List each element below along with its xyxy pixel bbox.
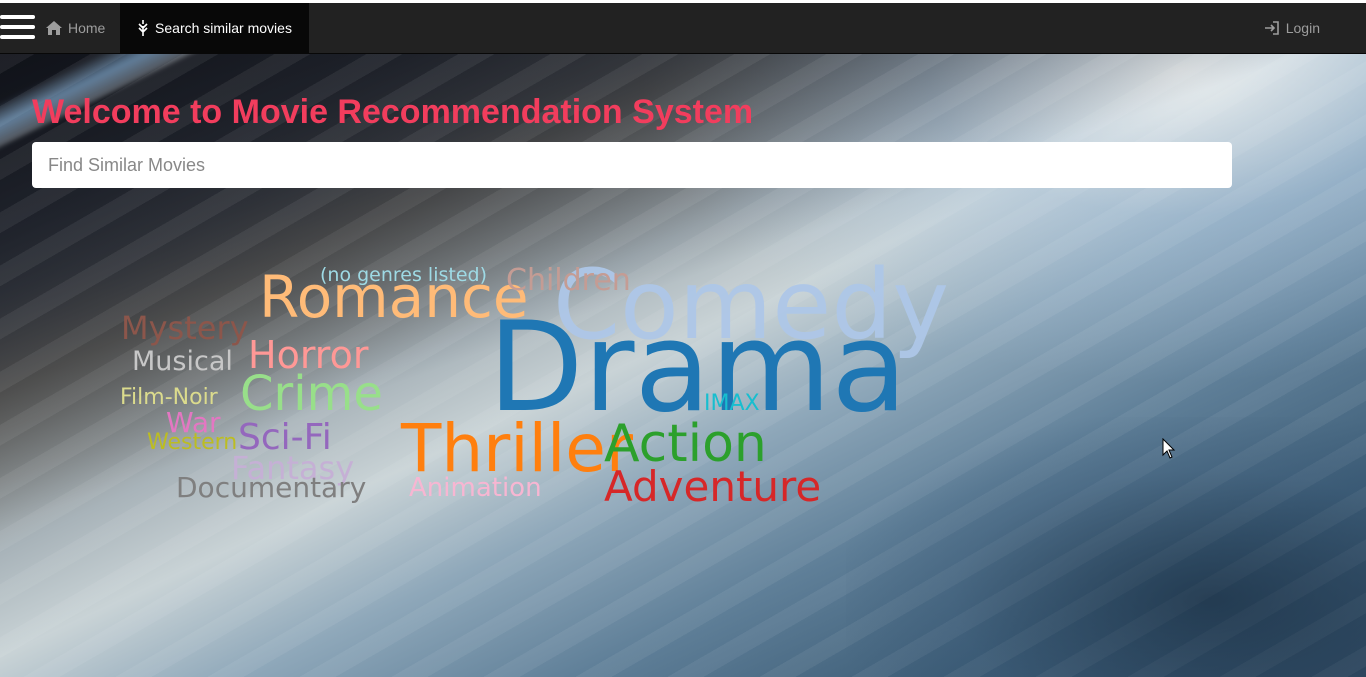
nav-search-similar-link[interactable]: Search similar movies: [120, 3, 309, 53]
grain-icon: [137, 20, 149, 36]
home-icon: [46, 21, 62, 35]
word-adventure[interactable]: Adventure: [604, 466, 821, 508]
word-mystery[interactable]: Mystery: [121, 312, 249, 344]
nav-login-link[interactable]: Login: [1264, 3, 1320, 53]
hamburger-bar: [0, 25, 35, 29]
word-children[interactable]: Children: [506, 266, 631, 296]
word-documentary[interactable]: Documentary: [176, 474, 366, 502]
word-musical[interactable]: Musical: [132, 348, 233, 375]
nav-search-label: Search similar movies: [155, 20, 292, 36]
nav-home-link[interactable]: Home: [46, 3, 105, 53]
nav-login-label: Login: [1285, 20, 1320, 36]
login-icon: [1264, 20, 1280, 36]
word-no-genres-listed[interactable]: (no genres listed): [320, 266, 487, 285]
word-crime[interactable]: Crime: [240, 370, 383, 418]
hamburger-menu-icon[interactable]: [0, 15, 35, 43]
search-input[interactable]: [32, 142, 1232, 188]
word-western[interactable]: Western: [147, 432, 237, 454]
hamburger-bar: [0, 15, 35, 19]
nav-home-label: Home: [68, 20, 106, 36]
word-horror[interactable]: Horror: [248, 336, 368, 374]
background-terrain: [846, 417, 1366, 677]
word-imax[interactable]: IMAX: [704, 393, 760, 415]
word-animation[interactable]: Animation: [409, 475, 542, 501]
navbar: Home Search similar movies Login: [0, 3, 1366, 54]
page-title: Welcome to Movie Recommendation System: [32, 93, 754, 131]
mouse-pointer-icon: [1162, 438, 1176, 459]
hamburger-bar: [0, 35, 35, 39]
